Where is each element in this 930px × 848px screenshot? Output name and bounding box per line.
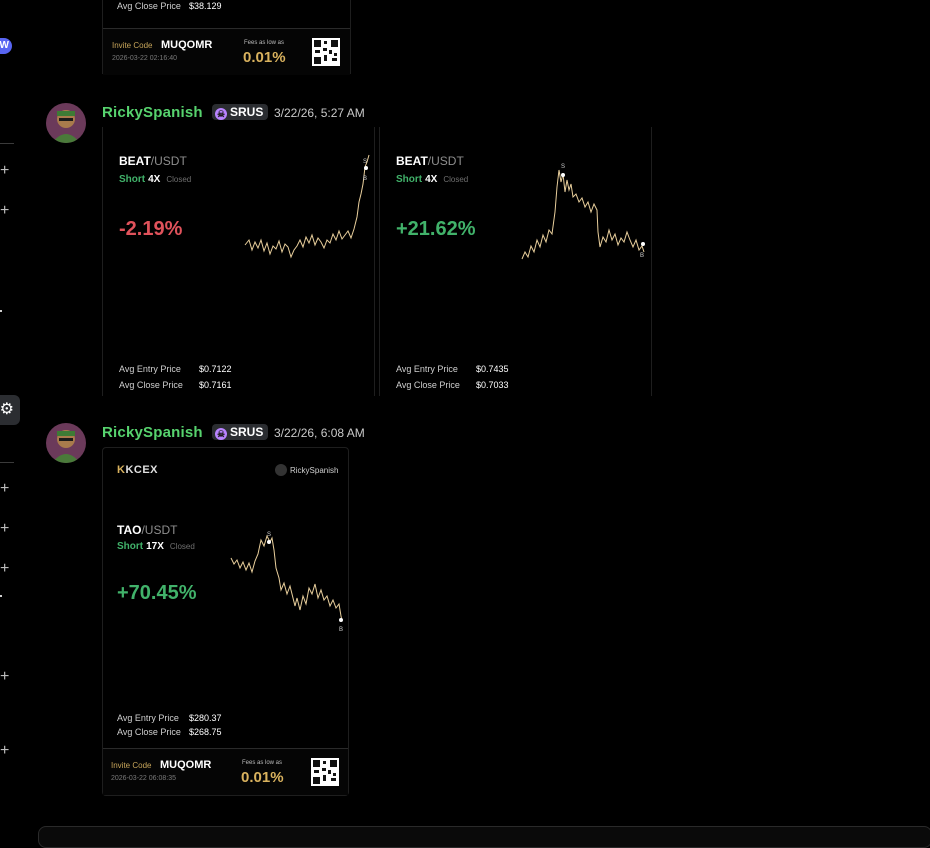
price-chart: S B <box>521 164 645 260</box>
avg-entry-label: Avg Entry Price <box>117 713 179 723</box>
position-status: Closed <box>166 175 192 184</box>
invite-label: Invite Code <box>112 41 153 50</box>
pair-quote: /USDT <box>141 523 178 537</box>
position-side: Short 17X Closed <box>117 541 195 552</box>
add-icon[interactable]: + <box>0 669 9 685</box>
position-side: Short 4X Closed <box>119 174 191 185</box>
side-label: Short <box>119 174 146 185</box>
avg-entry-value: $280.37 <box>189 713 222 723</box>
guild-tag[interactable]: ☠ SRUS <box>212 424 269 440</box>
leverage: 4X <box>425 174 438 185</box>
guild-tag-label: SRUS <box>230 105 264 119</box>
buy-marker: B <box>339 627 343 633</box>
sell-marker: S <box>267 532 271 538</box>
pair-base: BEAT <box>396 154 428 168</box>
trade-card[interactable]: Avg Close Price $38.129 Invite Code MUQO… <box>102 0 351 75</box>
avg-close-label: Avg Close Price <box>119 380 183 390</box>
pair: BEAT/USDT <box>396 154 464 168</box>
trade-card[interactable]: BEAT/USDT Short 4X Closed +21.62% S B Avg … <box>379 127 652 396</box>
pnl-percent: +70.45% <box>117 582 197 604</box>
pair-quote: /USDT <box>150 154 187 168</box>
brand-name: KCEX <box>125 464 159 476</box>
avg-entry-value: $0.7122 <box>199 364 232 374</box>
unread-dot <box>0 310 2 312</box>
mention-badge[interactable]: W <box>0 38 12 54</box>
fees-value: 0.01% <box>243 49 286 66</box>
qr-code <box>312 38 340 66</box>
buy-marker: B <box>640 253 644 259</box>
fees-label: Fees as low as <box>244 40 285 46</box>
avg-entry-label: Avg Entry Price <box>396 364 458 374</box>
qr-code <box>311 758 339 786</box>
leverage: 4X <box>148 174 161 185</box>
pair: TAO/USDT <box>117 523 177 537</box>
card-date: 2026-03-22 06:08:35 <box>111 775 176 782</box>
pair-base: BEAT <box>119 154 151 168</box>
owner-name: RickySpanish <box>290 466 339 475</box>
avg-close-label: Avg Close Price <box>117 727 181 737</box>
username[interactable]: RickySpanish <box>102 424 203 441</box>
guild-tag-label: SRUS <box>230 425 264 439</box>
card-date: 2026-03-22 02:16:40 <box>112 55 177 62</box>
avatar[interactable] <box>46 103 86 143</box>
unread-dot <box>0 595 2 597</box>
side-label: Short <box>396 174 423 185</box>
guild-tag[interactable]: ☠ SRUS <box>212 104 269 120</box>
avg-close-value: $268.75 <box>189 727 222 737</box>
fees-value: 0.01% <box>241 769 284 786</box>
skull-icon: ☠ <box>215 428 227 440</box>
avg-entry-value: $0.7435 <box>476 364 509 374</box>
add-icon[interactable]: + <box>0 163 9 179</box>
pair-base: TAO <box>117 523 142 537</box>
avatar[interactable] <box>46 423 86 463</box>
skull-icon: ☠ <box>215 108 227 120</box>
message-timestamp: 3/22/26, 5:27 AM <box>274 106 365 120</box>
message-input-bar[interactable] <box>38 826 930 848</box>
price-chart: S B <box>230 532 343 633</box>
add-icon[interactable]: + <box>0 743 9 759</box>
avg-close-value: $0.7161 <box>199 380 232 390</box>
add-icon[interactable]: + <box>0 481 9 497</box>
sell-marker: S <box>363 159 367 165</box>
sell-marker: S <box>561 164 565 170</box>
card-footer: Invite Code MUQOMR 2026-03-22 06:08:35 F… <box>103 748 348 795</box>
avg-close-label: Avg Close Price <box>396 380 460 390</box>
card-footer: Invite Code MUQOMR 2026-03-22 02:16:40 F… <box>103 28 350 75</box>
username[interactable]: RickySpanish <box>102 104 203 121</box>
pair-quote: /USDT <box>427 154 464 168</box>
position-status: Closed <box>443 175 469 184</box>
owner-avatar-icon <box>275 464 287 476</box>
position-status: Closed <box>169 542 195 551</box>
avg-entry-label: Avg Entry Price <box>119 364 181 374</box>
side-label: Short <box>117 541 144 552</box>
rail-divider <box>0 462 14 463</box>
avg-close-value: $38.129 <box>189 1 222 11</box>
exchange-logo: KKCEX <box>117 464 158 476</box>
invite-label: Invite Code <box>111 761 152 770</box>
pnl-percent: -2.19% <box>119 218 183 240</box>
message-timestamp: 3/22/26, 6:08 AM <box>274 426 365 440</box>
invite-code: MUQOMR <box>160 759 212 771</box>
leverage: 17X <box>146 541 164 552</box>
avg-close-label: Avg Close Price <box>117 1 181 11</box>
add-icon[interactable]: + <box>0 521 9 537</box>
trade-card[interactable]: KKCEX RickySpanish TAO/USDT Short 17X Clos… <box>102 447 349 796</box>
gear-icon[interactable]: ⚙ <box>0 395 20 425</box>
pnl-percent: +21.62% <box>396 218 476 240</box>
price-chart: S B <box>244 154 370 259</box>
card-owner: RickySpanish <box>275 464 338 476</box>
pair: BEAT/USDT <box>119 154 187 168</box>
rail-divider <box>0 143 14 144</box>
trade-card[interactable]: BEAT/USDT Short 4X Closed -2.19% S B Avg E… <box>102 127 375 396</box>
position-side: Short 4X Closed <box>396 174 468 185</box>
add-icon[interactable]: + <box>0 203 9 219</box>
invite-code: MUQOMR <box>161 39 213 51</box>
buy-marker: B <box>363 176 367 182</box>
fees-label: Fees as low as <box>242 760 283 766</box>
avg-close-value: $0.7033 <box>476 380 509 390</box>
add-icon[interactable]: + <box>0 561 9 577</box>
